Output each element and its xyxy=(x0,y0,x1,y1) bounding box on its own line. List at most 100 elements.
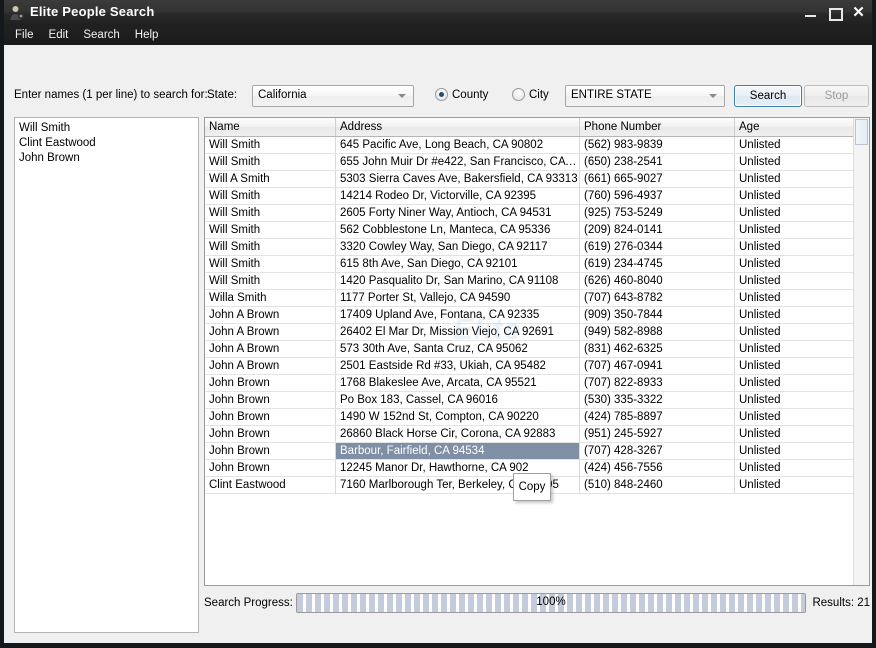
cell-name[interactable]: Will Smith xyxy=(205,238,336,256)
cell-age[interactable]: Unlisted xyxy=(734,153,869,171)
radio-county[interactable]: County xyxy=(435,88,488,101)
cell-address[interactable]: 573 30th Ave, Santa Cruz, CA 95062 xyxy=(335,340,580,358)
cell-name[interactable]: John Brown xyxy=(205,374,336,392)
column-header-address[interactable]: Address xyxy=(335,118,580,137)
cell-name[interactable]: John A Brown xyxy=(205,357,336,375)
column-header-age[interactable]: Age xyxy=(734,118,869,137)
table-row[interactable]: John Brown 26860 Black Horse Cir, Corona,… xyxy=(205,425,869,443)
table-row[interactable]: John A Brown 26402 El Mar Dr, Mission Vie… xyxy=(205,323,869,341)
cell-name[interactable]: John Brown xyxy=(205,442,336,460)
cell-phone[interactable]: (530) 335-3322 xyxy=(579,391,735,409)
cell-phone[interactable]: (510) 848-2460 xyxy=(579,476,735,494)
state-dropdown[interactable]: California xyxy=(252,85,414,107)
cell-name[interactable]: Willa Smith xyxy=(205,289,336,307)
cell-name[interactable]: John A Brown xyxy=(205,306,336,324)
cell-age[interactable]: Unlisted xyxy=(734,272,869,290)
menu-item-edit[interactable]: Edit xyxy=(45,28,76,43)
cell-name[interactable]: Will Smith xyxy=(205,136,336,154)
cell-phone[interactable]: (707) 467-0941 xyxy=(579,357,735,375)
cell-name[interactable]: John Brown xyxy=(205,425,336,443)
cell-address[interactable]: Barbour, Fairfield, CA 94534 xyxy=(335,442,580,460)
cell-phone[interactable]: (661) 665-9027 xyxy=(579,170,735,188)
table-row[interactable]: Will Smith 2605 Forty Niner Way, Antioch,… xyxy=(205,204,869,222)
table-row[interactable]: John A Brown 17409 Upland Ave, Fontana, C… xyxy=(205,306,869,324)
cell-age[interactable]: Unlisted xyxy=(734,459,869,477)
cell-name[interactable]: John A Brown xyxy=(205,340,336,358)
cell-name[interactable]: Will Smith xyxy=(205,221,336,239)
cell-address[interactable]: 26402 El Mar Dr, Mission Viejo, CA 92691 xyxy=(335,323,580,341)
cell-phone[interactable]: (619) 276-0344 xyxy=(579,238,735,256)
cell-age[interactable]: Unlisted xyxy=(734,340,869,358)
cell-age[interactable]: Unlisted xyxy=(734,221,869,239)
table-row[interactable]: Will Smith 14214 Rodeo Dr, Victorville, C… xyxy=(205,187,869,205)
cell-phone[interactable]: (949) 582-8988 xyxy=(579,323,735,341)
cell-name[interactable]: Will Smith xyxy=(205,255,336,273)
minimize-button[interactable] xyxy=(803,5,818,21)
cell-address[interactable]: 562 Cobblestone Ln, Manteca, CA 95336 xyxy=(335,221,580,239)
radio-city[interactable]: City xyxy=(512,88,549,101)
table-row[interactable]: Willa Smith 1177 Porter St, Vallejo, CA 9… xyxy=(205,289,869,307)
cell-age[interactable]: Unlisted xyxy=(734,357,869,375)
table-row[interactable]: Will Smith 1420 Pasqualito Dr, San Marino… xyxy=(205,272,869,290)
cell-address[interactable]: 1490 W 152nd St, Compton, CA 90220 xyxy=(335,408,580,426)
scrollbar-thumb[interactable] xyxy=(855,119,868,145)
cell-address[interactable]: 1768 Blakeslee Ave, Arcata, CA 95521 xyxy=(335,374,580,392)
cell-name[interactable]: Will Smith xyxy=(205,153,336,171)
table-row[interactable]: Will Smith 615 8th Ave, San Diego, CA 921… xyxy=(205,255,869,273)
cell-phone[interactable]: (925) 753-5249 xyxy=(579,204,735,222)
area-dropdown[interactable]: ENTIRE STATE xyxy=(565,85,725,107)
cell-phone[interactable]: (760) 596-4937 xyxy=(579,187,735,205)
table-row[interactable]: John Brown 1490 W 152nd St, Compton, CA 9… xyxy=(205,408,869,426)
cell-phone[interactable]: (707) 428-3267 xyxy=(579,442,735,460)
cell-age[interactable]: Unlisted xyxy=(734,391,869,409)
cell-age[interactable]: Unlisted xyxy=(734,136,869,154)
cell-phone[interactable]: (562) 983-9839 xyxy=(579,136,735,154)
cell-age[interactable]: Unlisted xyxy=(734,170,869,188)
cell-age[interactable]: Unlisted xyxy=(734,238,869,256)
cell-phone[interactable]: (707) 822-8933 xyxy=(579,374,735,392)
cell-address[interactable]: 1420 Pasqualito Dr, San Marino, CA 91108 xyxy=(335,272,580,290)
cell-address[interactable]: 2605 Forty Niner Way, Antioch, CA 94531 xyxy=(335,204,580,222)
cell-address[interactable]: 14214 Rodeo Dr, Victorville, CA 92395 xyxy=(335,187,580,205)
table-row[interactable]: John Brown Barbour, Fairfield, CA 94534 (7… xyxy=(205,442,869,460)
table-row[interactable]: John A Brown 2501 Eastside Rd #33, Ukiah,… xyxy=(205,357,869,375)
cell-phone[interactable]: (424) 785-8897 xyxy=(579,408,735,426)
cell-phone[interactable]: (626) 460-8040 xyxy=(579,272,735,290)
cell-name[interactable]: John Brown xyxy=(205,459,336,477)
cell-name[interactable]: John Brown xyxy=(205,391,336,409)
cell-phone[interactable]: (707) 643-8782 xyxy=(579,289,735,307)
table-row[interactable]: John Brown Po Box 183, Cassel, CA 96016 (5… xyxy=(205,391,869,409)
cell-address[interactable]: 26860 Black Horse Cir, Corona, CA 92883 xyxy=(335,425,580,443)
cell-phone[interactable]: (831) 462-6325 xyxy=(579,340,735,358)
cell-address[interactable]: 615 8th Ave, San Diego, CA 92101 xyxy=(335,255,580,273)
cell-age[interactable]: Unlisted xyxy=(734,408,869,426)
cell-phone[interactable]: (650) 238-2541 xyxy=(579,153,735,171)
close-button[interactable]: ✕ xyxy=(851,5,866,21)
cell-name[interactable]: Will Smith xyxy=(205,204,336,222)
cell-phone[interactable]: (424) 456-7556 xyxy=(579,459,735,477)
maximize-button[interactable] xyxy=(827,5,843,21)
cell-address[interactable]: 2501 Eastside Rd #33, Ukiah, CA 95482 xyxy=(335,357,580,375)
cell-address[interactable]: 3320 Cowley Way, San Diego, CA 92117 xyxy=(335,238,580,256)
cell-age[interactable]: Unlisted xyxy=(734,289,869,307)
cell-age[interactable]: Unlisted xyxy=(734,306,869,324)
cell-name[interactable]: Will Smith xyxy=(205,272,336,290)
cell-address[interactable]: 655 John Muir Dr #e422, San Francisco, C… xyxy=(335,153,580,171)
cell-name[interactable]: Will A Smith xyxy=(205,170,336,188)
vertical-scrollbar[interactable] xyxy=(853,118,869,585)
menu-item-search[interactable]: Search xyxy=(79,28,126,43)
cell-age[interactable]: Unlisted xyxy=(734,255,869,273)
cell-address[interactable]: 17409 Upland Ave, Fontana, CA 92335 xyxy=(335,306,580,324)
cell-age[interactable]: Unlisted xyxy=(734,476,869,494)
cell-name[interactable]: Clint Eastwood xyxy=(205,476,336,494)
cell-name[interactable]: John A Brown xyxy=(205,323,336,341)
cell-name[interactable]: Will Smith xyxy=(205,187,336,205)
cell-age[interactable]: Unlisted xyxy=(734,323,869,341)
cell-phone[interactable]: (209) 824-0141 xyxy=(579,221,735,239)
table-row[interactable]: Will Smith 645 Pacific Ave, Long Beach, C… xyxy=(205,136,869,154)
column-header-phone[interactable]: Phone Number xyxy=(579,118,735,137)
cell-age[interactable]: Unlisted xyxy=(734,374,869,392)
menu-item-file[interactable]: File xyxy=(11,28,41,43)
context-menu-copy[interactable]: Copy xyxy=(513,473,551,501)
table-row[interactable]: Will Smith 655 John Muir Dr #e422, San Fr… xyxy=(205,153,869,171)
